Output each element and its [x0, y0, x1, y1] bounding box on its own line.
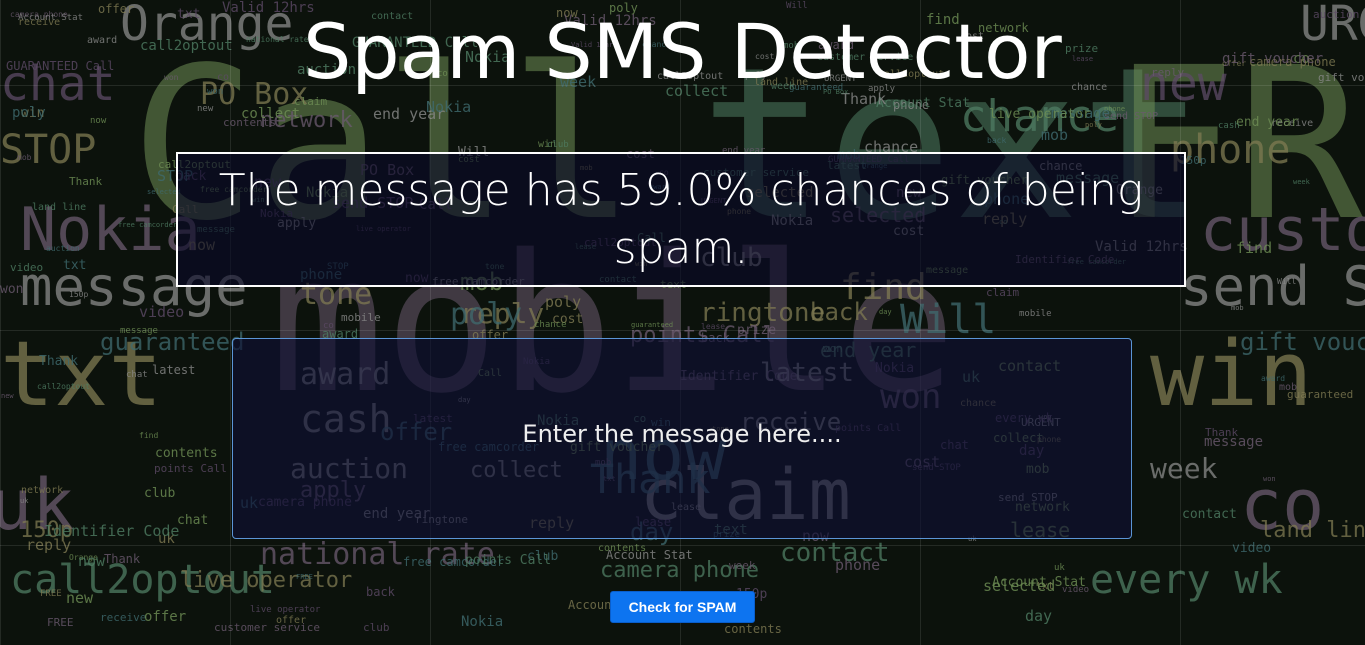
background-word: claim [986, 286, 1020, 299]
background-word: message [120, 326, 158, 336]
background-word: Thank [104, 552, 141, 566]
background-word: mob [1231, 304, 1244, 312]
background-word: club [144, 486, 176, 501]
background-word: land line [1260, 518, 1365, 543]
background-word: mobile [341, 311, 381, 324]
background-word: latest [152, 363, 196, 377]
background-word: video [1232, 541, 1272, 556]
background-word: auction [46, 244, 80, 253]
background-word: mob [1041, 126, 1069, 144]
background-word: chat [126, 370, 148, 380]
background-word: new [66, 589, 94, 607]
background-word: poly [12, 105, 46, 121]
background-word: end year [1236, 115, 1299, 130]
background-grid-line [0, 545, 1365, 546]
background-word: now [78, 552, 106, 570]
background-word: chance [534, 320, 567, 330]
background-word: free camcorder [118, 221, 178, 229]
background-word: week [729, 559, 756, 572]
background-word: poly [1085, 121, 1102, 129]
background-word: club [363, 621, 390, 634]
background-word: back [366, 585, 395, 599]
background-word: back [810, 298, 868, 326]
background-word: txt [63, 258, 87, 273]
background-word: contact [1182, 507, 1237, 522]
background-word: contents [155, 446, 218, 461]
background-word: Account Stat [876, 96, 970, 111]
background-word: live operator [989, 107, 1091, 122]
background-grid-line [0, 330, 1365, 331]
background-word: land line [32, 202, 87, 213]
background-word: call2optout [37, 382, 90, 391]
background-word: gift voucher [1240, 328, 1365, 356]
background-word: uk [1054, 563, 1065, 573]
background-word: award [1261, 374, 1286, 383]
background-word: back [987, 136, 1007, 145]
background-word: send STOP [1104, 111, 1159, 122]
background-word: mob [17, 153, 32, 162]
background-word: poly [545, 293, 582, 311]
background-word: live operator [250, 605, 321, 615]
background-word: now [90, 116, 107, 126]
background-word: week [1293, 178, 1310, 186]
page-title: Spam SMS Detector [303, 7, 1062, 96]
background-word: Will [1277, 277, 1297, 286]
background-word: collect [241, 106, 301, 122]
background-word: FREE [47, 616, 74, 629]
background-word: won [0, 282, 24, 297]
background-word: send STOP [1180, 255, 1365, 318]
background-word: new [197, 104, 214, 114]
background-word: phone [835, 556, 881, 574]
background-word: Account Stat [992, 575, 1086, 590]
background-word: video [10, 261, 44, 274]
background-word: Thank [39, 354, 79, 369]
background-word: guaranteed [1287, 388, 1354, 401]
background-word: 150p [69, 290, 89, 299]
background-word: Thank [69, 175, 103, 188]
background-word: every wk [1090, 557, 1283, 603]
background-word: poly [450, 297, 523, 332]
background-word: customer service [1200, 195, 1365, 265]
result-panel: The message has 59.0% chances of being s… [176, 152, 1186, 287]
background-word: won [1263, 475, 1276, 483]
result-text: The message has 59.0% chances of being s… [218, 164, 1144, 274]
background-word: uk [20, 497, 29, 505]
background-word: mobile [1019, 309, 1052, 319]
background-word: club [547, 140, 569, 150]
background-word: points Call [154, 462, 227, 475]
background-word: network [21, 485, 64, 496]
background-word: find [139, 431, 159, 440]
background-word: offer [144, 609, 187, 625]
background-word: find [1236, 239, 1273, 257]
background-word: live operator [180, 568, 353, 593]
background-word: week [1150, 452, 1218, 485]
background-word: video [139, 303, 185, 321]
background-word: day [1025, 607, 1053, 625]
background-word: FREE [40, 589, 62, 599]
background-word: day [879, 308, 892, 316]
message-input[interactable] [232, 338, 1132, 539]
background-word: Nokia [461, 614, 504, 630]
background-word: Nokia [426, 98, 472, 116]
background-word: new [1, 392, 14, 400]
check-for-spam-button[interactable]: Check for SPAM [610, 591, 755, 623]
background-word: cash [1218, 121, 1240, 131]
background-word: guaranteed [631, 321, 674, 329]
background-word: contents [724, 622, 782, 636]
background-word: STOP [0, 127, 97, 173]
background-word: chat [177, 513, 209, 528]
background-word: FREE [296, 573, 313, 581]
background-word: points Call [465, 553, 552, 568]
background-word: message [1204, 434, 1264, 450]
background-word: receive [100, 611, 147, 624]
